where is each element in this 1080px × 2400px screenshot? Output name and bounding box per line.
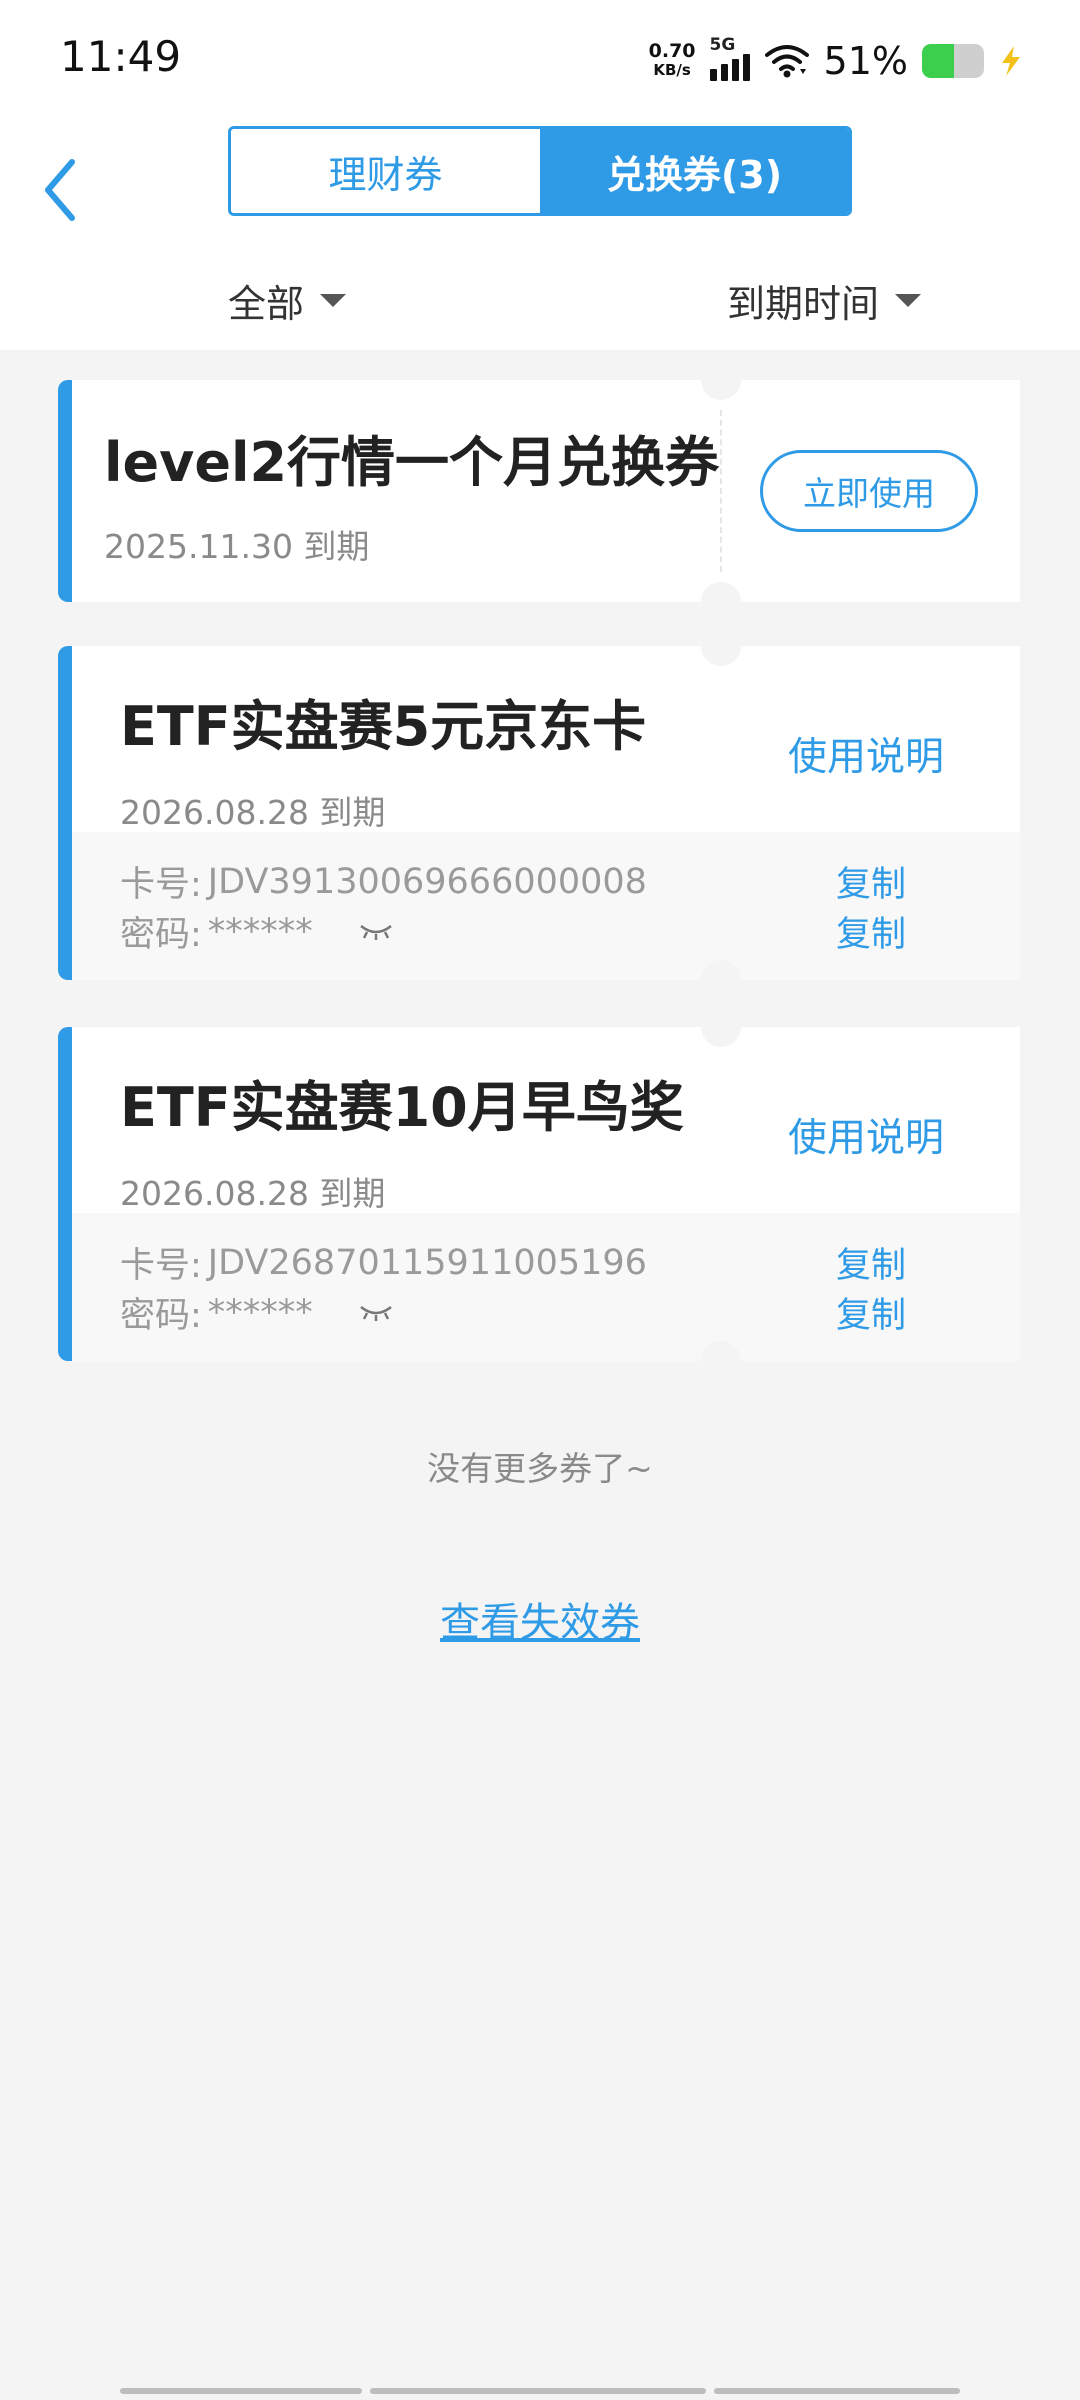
card-number-label: 卡号: xyxy=(120,865,202,905)
chevron-left-icon xyxy=(45,159,75,221)
battery-percent: 51% xyxy=(823,39,908,83)
filter-all-dropdown[interactable]: 全部 xyxy=(228,270,347,330)
coupon-scallop-edge xyxy=(1012,380,1020,602)
coupon-accent-stripe xyxy=(58,646,72,980)
caret-down-icon xyxy=(895,293,922,307)
network-speed-value: 0.70 xyxy=(648,40,696,62)
coupon-card: ETF实盘赛10月早鸟奖 2026.08.28 到期 使用说明 卡号: JDV2… xyxy=(58,1027,1020,1361)
password-label: 密码: xyxy=(120,1296,202,1336)
card-number-label: 卡号: xyxy=(120,1246,202,1286)
copy-password-button[interactable]: 复制 xyxy=(836,1287,906,1338)
coupon-expiry: 2026.08.28 到期 xyxy=(120,793,386,832)
coupon-expiry: 2025.11.30 到期 xyxy=(104,527,370,566)
eye-closed-icon[interactable] xyxy=(357,922,395,942)
copy-card-number-button[interactable]: 复制 xyxy=(836,856,906,907)
instructions-link[interactable]: 使用说明 xyxy=(788,1107,944,1163)
tab-exchange-coupon[interactable]: 兑换券(3) xyxy=(540,129,849,213)
charging-bolt-icon xyxy=(1002,46,1020,76)
coupon-accent-stripe xyxy=(58,1027,72,1361)
password-row: 密码: ****** xyxy=(120,906,395,957)
coupon-title: ETF实盘赛5元京东卡 xyxy=(120,695,647,758)
card-number-value: JDV26870115911005196 xyxy=(207,1242,647,1283)
password-label: 密码: xyxy=(120,915,202,955)
coupon-accent-stripe xyxy=(58,380,72,602)
card-number-value: JDV39130069666000008 xyxy=(207,861,647,902)
password-value: ****** xyxy=(207,911,313,952)
status-icons: 0.70 KB/s 5G 51% xyxy=(649,35,1024,86)
coupon-type-tabs: 理财券 兑换券(3) xyxy=(228,126,852,216)
status-bar: 11:49 0.70 KB/s 5G 51% xyxy=(0,0,1080,120)
wifi-icon xyxy=(764,45,809,78)
view-expired-coupons-link[interactable]: 查看失效券 xyxy=(0,1590,1080,1648)
sort-expiry-label: 到期时间 xyxy=(727,281,880,326)
coupon-card: ETF实盘赛5元京东卡 2026.08.28 到期 使用说明 卡号: JDV39… xyxy=(58,646,1020,980)
nav-indicator-segment xyxy=(120,2388,362,2394)
no-more-coupons-text: 没有更多券了~ xyxy=(427,1449,653,1488)
coupon-notch xyxy=(701,582,741,602)
eye-closed-icon[interactable] xyxy=(357,1303,395,1323)
card-number-row: 卡号: JDV39130069666000008 xyxy=(120,856,647,907)
network-speed-unit: KB/s xyxy=(653,61,691,79)
status-time: 11:49 xyxy=(60,32,182,81)
copy-password-button[interactable]: 复制 xyxy=(836,906,906,957)
header: 理财券 兑换券(3) 全部 到期时间 xyxy=(0,120,1080,350)
instructions-link[interactable]: 使用说明 xyxy=(788,726,944,782)
copy-card-number-button[interactable]: 复制 xyxy=(836,1237,906,1288)
cellular-signal-icon: 5G xyxy=(709,35,750,81)
navigation-indicator xyxy=(120,2388,960,2394)
coupon-expiry: 2026.08.28 到期 xyxy=(120,1174,386,1213)
coupon-card: level2行情一个月兑换券 2025.11.30 到期 立即使用 xyxy=(58,380,1020,602)
tab-wealth-coupon[interactable]: 理财券 xyxy=(231,129,540,213)
nav-indicator-segment xyxy=(370,2388,706,2394)
nav-indicator-segment xyxy=(714,2388,960,2394)
card-number-row: 卡号: JDV26870115911005196 xyxy=(120,1237,647,1288)
coupon-title: ETF实盘赛10月早鸟奖 xyxy=(120,1076,684,1139)
password-row: 密码: ****** xyxy=(120,1287,395,1338)
coupon-scallop-edge xyxy=(1012,1027,1020,1361)
password-value: ****** xyxy=(207,1292,313,1333)
coupon-title: level2行情一个月兑换券 xyxy=(104,431,720,494)
coupon-divider xyxy=(720,410,722,572)
caret-down-icon xyxy=(320,293,347,307)
battery-fill xyxy=(922,44,954,78)
coupon-notch xyxy=(701,380,741,400)
sort-expiry-dropdown[interactable]: 到期时间 xyxy=(727,270,922,330)
network-type: 5G xyxy=(709,35,736,55)
coupon-scallop-edge xyxy=(1012,646,1020,980)
use-now-button[interactable]: 立即使用 xyxy=(760,450,978,532)
back-button[interactable] xyxy=(30,140,100,240)
battery-icon xyxy=(922,44,984,78)
filter-all-label: 全部 xyxy=(228,281,305,326)
network-speed: 0.70 KB/s xyxy=(649,42,696,80)
